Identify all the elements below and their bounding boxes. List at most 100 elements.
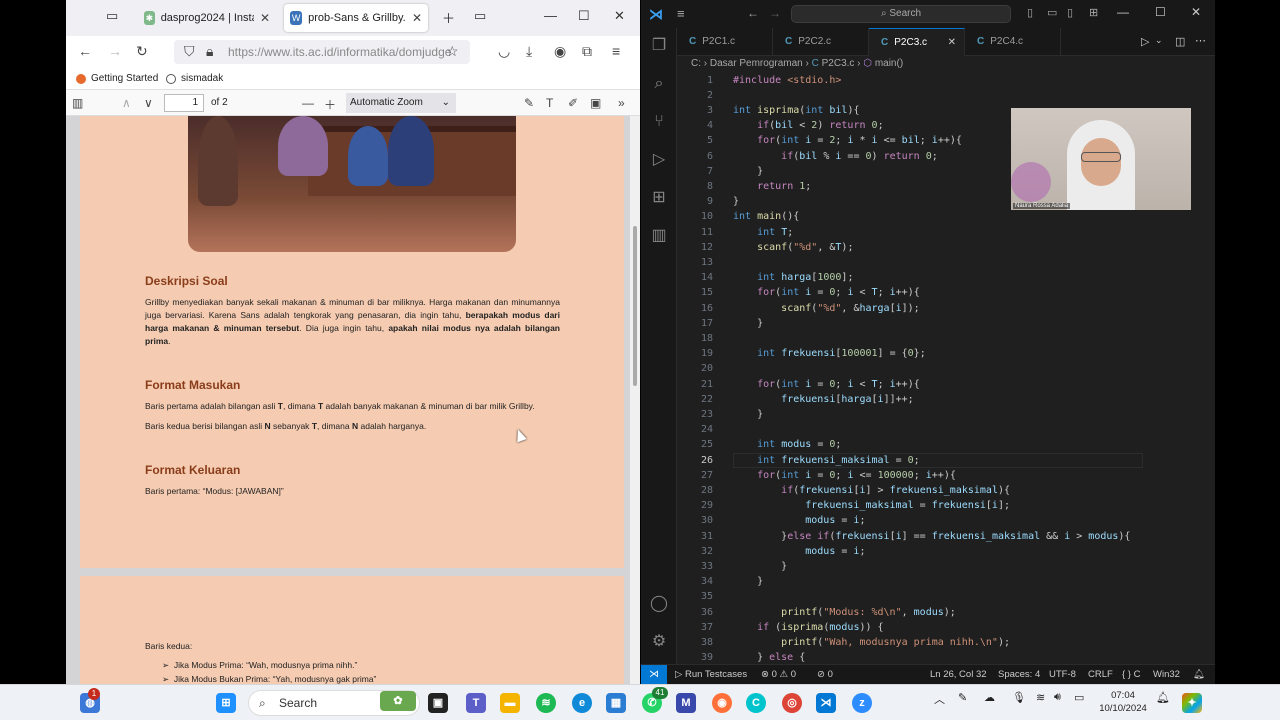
- cursor-position[interactable]: Ln 26, Col 32: [930, 669, 987, 680]
- scrollbar-thumb[interactable]: [633, 226, 637, 386]
- volume-icon[interactable]: 🔊︎: [1054, 691, 1061, 704]
- extensions-icon[interactable]: ⊞: [649, 188, 669, 208]
- customize-layout-icon[interactable]: ⊞: [1089, 6, 1098, 19]
- store-icon[interactable]: ▦: [606, 693, 626, 713]
- cloud-offline-icon[interactable]: ☁: [984, 691, 995, 704]
- tab-pdf[interactable]: W prob-Sans & Grillby.pdf ✕: [284, 4, 428, 32]
- sidebar-toggle-icon[interactable]: ▥: [72, 96, 83, 110]
- zoom-out-icon[interactable]: —: [302, 96, 314, 110]
- indentation[interactable]: Spaces: 4: [998, 669, 1040, 680]
- webcam-overlay[interactable]: Naura Rossa Adalia: [1011, 108, 1191, 210]
- text-icon[interactable]: T: [546, 96, 553, 110]
- maximize-icon[interactable]: ☐: [1155, 5, 1166, 19]
- system-clock[interactable]: 07:04 10/10/2024: [1098, 689, 1148, 715]
- lock-icon[interactable]: 🔒︎: [206, 43, 213, 60]
- bookmark-getting-started[interactable]: Getting Started: [76, 73, 158, 84]
- end-of-line[interactable]: CRLF: [1088, 669, 1113, 680]
- pdf-viewer[interactable]: Deskripsi Soal Grillby menyediakan banya…: [66, 116, 640, 684]
- notifications-bell-icon[interactable]: 🔔︎: [1193, 669, 1205, 680]
- new-tab-icon[interactable]: ＋: [442, 8, 455, 27]
- menu-icon[interactable]: ≡: [677, 6, 685, 21]
- math-app-icon[interactable]: M: [676, 693, 696, 713]
- spotify-icon[interactable]: ≋: [536, 693, 556, 713]
- zoom-icon[interactable]: z: [852, 693, 872, 713]
- zoom-select[interactable]: Automatic Zoom ⌄: [346, 93, 456, 113]
- remote-icon[interactable]: ⋊: [641, 665, 667, 685]
- close-tab-icon[interactable]: ✕: [260, 11, 270, 25]
- windows-start-icon[interactable]: ⊞: [216, 693, 236, 713]
- tools-icon[interactable]: »: [618, 96, 625, 110]
- notifications-bell-icon[interactable]: 🔔︎: [1156, 691, 1170, 704]
- page-number-input[interactable]: 1: [164, 94, 204, 112]
- toggle-secondary-sidebar-icon[interactable]: ▯: [1067, 6, 1073, 19]
- encoding[interactable]: UTF-8: [1049, 669, 1076, 680]
- account-icon[interactable]: ◯: [649, 594, 669, 614]
- chevron-down-icon[interactable]: ⌄: [1155, 35, 1163, 46]
- next-page-icon[interactable]: ∨: [144, 96, 153, 110]
- edge-icon[interactable]: e: [572, 693, 592, 713]
- command-search[interactable]: ⌕ Search: [791, 5, 1011, 23]
- forward-icon[interactable]: →: [769, 6, 781, 20]
- draw-icon[interactable]: ✐: [568, 96, 578, 110]
- task-view-icon[interactable]: ▣: [428, 693, 448, 713]
- firefox-icon[interactable]: ◉: [712, 693, 732, 713]
- maximize-icon[interactable]: ☐: [578, 8, 590, 24]
- breadcrumb-item[interactable]: Dasar Pemrograman: [710, 58, 803, 69]
- toggle-sidebar-icon[interactable]: ▯: [1027, 6, 1033, 19]
- url-bar[interactable]: https://www.its.ac.id/informatika/domjud…: [174, 40, 470, 64]
- toggle-panel-icon[interactable]: ▭: [1047, 6, 1057, 19]
- breadcrumb-item[interactable]: P2C3.c: [822, 58, 855, 69]
- minimize-icon[interactable]: —: [544, 8, 557, 23]
- wifi-icon[interactable]: ≋: [1036, 691, 1045, 704]
- pocket-icon[interactable]: ◡: [498, 43, 510, 60]
- pdf-scrollbar[interactable]: [630, 116, 640, 684]
- ports-indicator[interactable]: ⊘ 0: [817, 669, 833, 680]
- platform[interactable]: Win32: [1153, 669, 1180, 680]
- vscode-icon[interactable]: ⋊: [816, 693, 836, 713]
- close-window-icon[interactable]: ✕: [1191, 5, 1201, 19]
- minimize-icon[interactable]: —: [1117, 5, 1129, 19]
- back-icon[interactable]: ←: [78, 43, 92, 59]
- breadcrumb-item[interactable]: main(): [875, 58, 903, 69]
- teams-icon[interactable]: T: [466, 693, 486, 713]
- search-icon[interactable]: ⌕: [649, 74, 669, 94]
- breadcrumb-item[interactable]: C:: [691, 58, 701, 69]
- back-icon[interactable]: ←: [747, 6, 759, 20]
- highlight-icon[interactable]: ✎: [524, 96, 534, 110]
- tab-overview-icon[interactable]: ▭: [106, 8, 118, 24]
- tab-instagram[interactable]: ✱ dasprog2024 | Instagram ✕: [138, 4, 276, 32]
- pen-icon[interactable]: ✎: [958, 691, 967, 704]
- shield-icon[interactable]: ⛉: [184, 43, 195, 60]
- tab-p2c3[interactable]: C P2C3.c ✕: [869, 28, 965, 56]
- charts-icon[interactable]: ▥: [649, 226, 669, 246]
- menu-icon[interactable]: ≡: [612, 43, 620, 59]
- run-debug-icon[interactable]: ▷: [649, 150, 669, 170]
- tab-p2c4[interactable]: C P2C4.c: [965, 28, 1061, 56]
- bookmark-star-icon[interactable]: ☆: [446, 43, 459, 60]
- account-icon[interactable]: ◉: [554, 43, 566, 60]
- close-tab-icon[interactable]: ✕: [948, 29, 956, 57]
- previous-page-icon[interactable]: ∧: [122, 96, 131, 110]
- copilot-icon[interactable]: ✦: [1182, 693, 1202, 713]
- download-icon[interactable]: ⤓: [526, 43, 532, 60]
- file-explorer-icon[interactable]: ▬: [500, 693, 520, 713]
- split-editor-icon[interactable]: ◫: [1175, 35, 1185, 48]
- battery-icon[interactable]: ▭: [1074, 691, 1084, 704]
- explorer-icon[interactable]: ❐: [649, 36, 669, 56]
- extensions-icon[interactable]: ⧉: [582, 43, 592, 60]
- zoom-in-icon[interactable]: ＋: [324, 96, 336, 113]
- run-testcases[interactable]: ▷ Run Testcases: [675, 669, 747, 680]
- chevron-up-icon[interactable]: ︿: [934, 691, 945, 707]
- bookmark-sismadak[interactable]: sismadak: [166, 73, 223, 84]
- settings-gear-icon[interactable]: ⚙: [649, 632, 669, 652]
- canva-icon[interactable]: C: [746, 693, 766, 713]
- microphone-icon[interactable]: 🎙︎: [1012, 691, 1026, 704]
- tab-p2c2[interactable]: C P2C2.c: [773, 28, 869, 56]
- forward-icon[interactable]: →: [108, 43, 122, 59]
- close-tab-icon[interactable]: ✕: [412, 11, 422, 25]
- tab-list-icon[interactable]: ▭: [474, 8, 486, 24]
- problems-indicator[interactable]: ⊗ 0 ⚠ 0: [761, 669, 796, 680]
- reload-icon[interactable]: ↻: [136, 43, 148, 60]
- chrome-icon[interactable]: ◎: [782, 693, 802, 713]
- tab-p2c1[interactable]: C P2C1.c: [677, 28, 773, 56]
